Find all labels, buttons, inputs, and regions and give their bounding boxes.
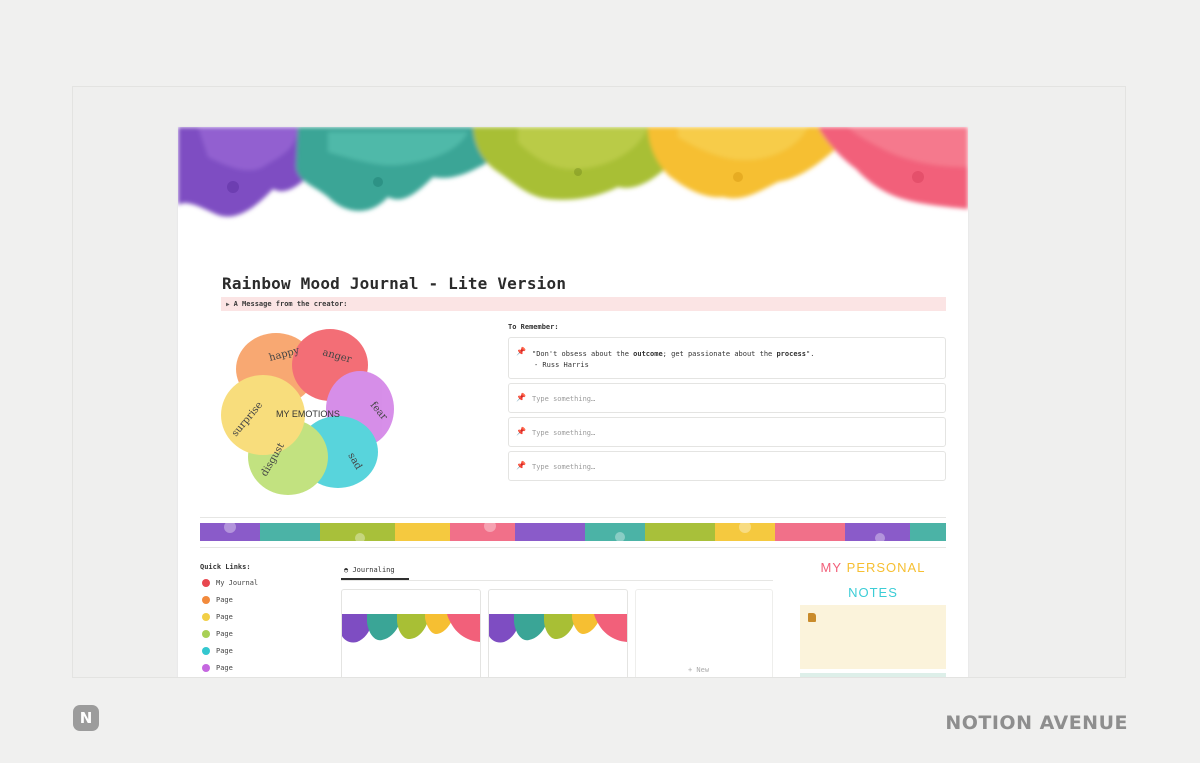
tab-journaling[interactable]: ◓ Journaling xyxy=(341,560,409,580)
card-cover-image xyxy=(342,614,480,643)
divider xyxy=(200,547,946,548)
callout-placeholder[interactable]: Type something… xyxy=(532,463,595,471)
quick-links-heading: Quick Links: xyxy=(200,563,251,571)
page-title: Rainbow Mood Journal - Lite Version xyxy=(222,274,567,293)
tab-underline xyxy=(341,580,773,581)
gallery-card[interactable] xyxy=(341,589,481,677)
pushpin-icon: 📌 xyxy=(516,427,526,436)
brand-name: NOTION AVENUE xyxy=(945,712,1128,734)
card-cover-image xyxy=(489,614,627,643)
green-circle-icon xyxy=(202,630,210,638)
notion-avenue-logo: N xyxy=(73,705,99,731)
blue-circle-icon xyxy=(202,647,210,655)
watercolor-strip xyxy=(200,523,946,541)
notion-page: Rainbow Mood Journal - Lite Version ▶ A M… xyxy=(178,127,968,677)
toggle-label: A Message from the creator: xyxy=(233,300,348,308)
quick-link-item[interactable]: Page xyxy=(202,662,233,674)
orange-circle-icon xyxy=(202,596,210,604)
quote-callout[interactable]: 📌 "Don't obsess about the outcome; get p… xyxy=(508,337,946,379)
watercolor-cover xyxy=(178,127,968,227)
screenshot-frame: Rainbow Mood Journal - Lite Version ▶ A M… xyxy=(72,86,1126,678)
pushpin-icon: 📌 xyxy=(516,347,526,356)
note-callout[interactable]: 📌 Type something… xyxy=(508,383,946,413)
note-callout[interactable]: 📌 Type something… xyxy=(508,451,946,481)
notes-callout[interactable] xyxy=(800,605,946,669)
quick-link-item[interactable]: Page xyxy=(202,594,233,606)
quote-text: "Don't obsess about the outcome; get pas… xyxy=(532,350,815,369)
personal-notes-heading: MY PERSONAL NOTES xyxy=(820,560,926,600)
logo-glyph: N xyxy=(79,709,93,727)
purple-circle-icon xyxy=(202,664,210,672)
toggle-arrow-icon[interactable]: ▶ xyxy=(226,301,230,308)
quick-link-item[interactable]: Page xyxy=(202,645,233,657)
yellow-circle-icon xyxy=(202,613,210,621)
note-callout[interactable]: 📌 Type something… xyxy=(508,417,946,447)
emotions-wheel: happy anger fear sad disgust surprise MY… xyxy=(218,327,403,497)
callout-placeholder[interactable]: Type something… xyxy=(532,395,595,403)
new-label: + New xyxy=(688,666,710,674)
callout-placeholder[interactable]: Type something… xyxy=(532,429,595,437)
gallery-card[interactable] xyxy=(488,589,628,677)
pushpin-icon: 📌 xyxy=(516,461,526,470)
rainbow-icon: ◓ xyxy=(344,566,349,574)
to-remember-heading: To Remember: xyxy=(508,323,559,331)
emotions-center-label: MY EMOTIONS xyxy=(276,409,340,419)
quick-link-item[interactable]: Page xyxy=(202,611,233,623)
quick-link-item[interactable]: My Journal xyxy=(202,577,258,589)
new-card-button[interactable]: + New xyxy=(635,589,773,677)
pushpin-icon: 📌 xyxy=(516,393,526,402)
note-icon xyxy=(808,613,816,622)
divider xyxy=(200,517,946,518)
quick-link-item[interactable]: Page xyxy=(202,628,233,640)
quote-author: - Russ Harris xyxy=(534,361,589,369)
creator-message-toggle[interactable]: ▶ A Message from the creator: xyxy=(221,297,946,311)
notes-callout-secondary[interactable] xyxy=(800,673,946,677)
red-circle-icon xyxy=(202,579,210,587)
